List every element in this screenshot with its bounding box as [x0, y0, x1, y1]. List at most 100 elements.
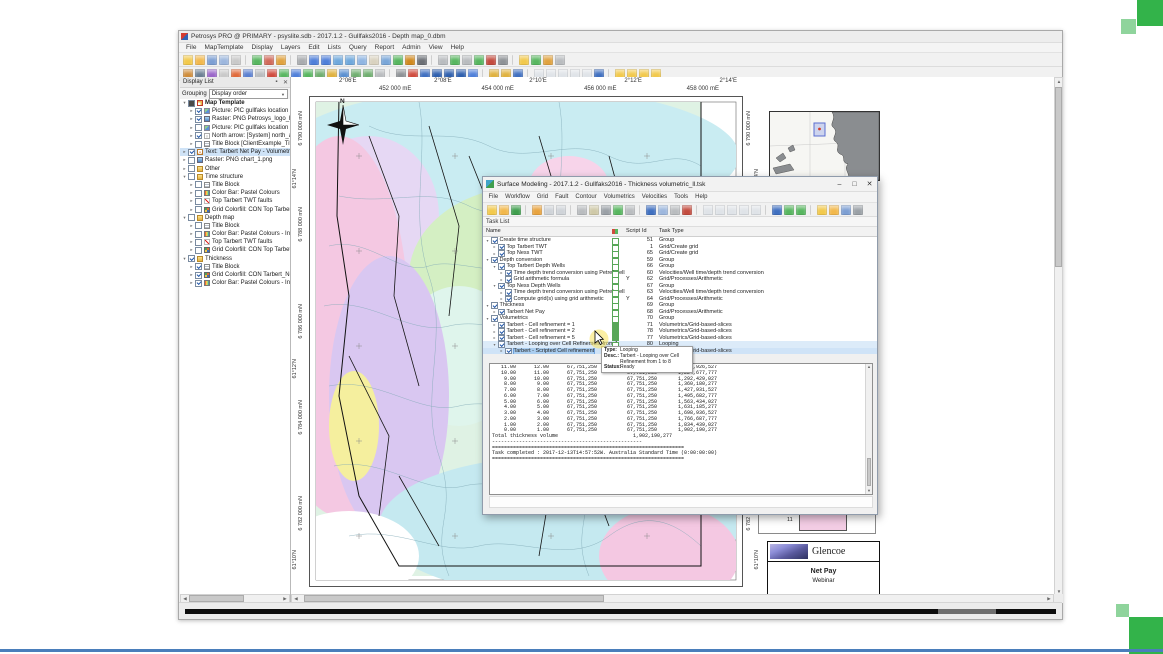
- scroll-thumb[interactable]: [189, 595, 244, 602]
- display-list-item[interactable]: ▸ Picture: PIC gullfaks location small: [180, 124, 290, 132]
- expand-arrow-icon[interactable]: ▸: [189, 207, 194, 213]
- expand-arrow-icon[interactable]: ▸: [189, 108, 194, 114]
- expand-arrow-icon[interactable]: ▸: [189, 231, 194, 237]
- menu-item[interactable]: Display: [248, 44, 277, 51]
- visibility-checkbox[interactable]: [188, 149, 195, 156]
- delete-map-icon[interactable]: [264, 55, 274, 65]
- display-list-item[interactable]: ▸ Title Block: [180, 263, 290, 271]
- scroll-thumb[interactable]: [867, 458, 871, 486]
- expand-arrow-icon[interactable]: ▸: [499, 296, 504, 301]
- scroll-up-icon[interactable]: ▲: [866, 364, 872, 370]
- table-view-icon[interactable]: [438, 55, 448, 65]
- menu-item[interactable]: Report: [371, 44, 399, 51]
- display-list-item[interactable]: ▸ Color Bar: Pastel Colours - Inverte: [180, 230, 290, 238]
- expand-arrow-icon[interactable]: ▾: [485, 316, 490, 321]
- menu-item[interactable]: Edit: [304, 44, 323, 51]
- exchange-icon[interactable]: [405, 55, 415, 65]
- expand-arrow-icon[interactable]: ▾: [485, 257, 490, 262]
- zoom-window-icon[interactable]: [357, 55, 367, 65]
- column-task-type[interactable]: Task Type: [659, 228, 684, 234]
- expand-arrow-icon[interactable]: ▸: [189, 125, 194, 131]
- next-view-icon[interactable]: [321, 55, 331, 65]
- display-list-item[interactable]: ▾ Time structure: [180, 173, 290, 181]
- visibility-checkbox[interactable]: [195, 108, 202, 115]
- run-column-icon[interactable]: [612, 229, 618, 234]
- save-map-icon[interactable]: [207, 55, 217, 65]
- separator[interactable]: [512, 55, 515, 65]
- move-up-icon[interactable]: [784, 205, 794, 215]
- import-icon[interactable]: [613, 205, 623, 215]
- sync-icon[interactable]: [531, 55, 541, 65]
- locate-icon[interactable]: [381, 55, 391, 65]
- menu-item[interactable]: Help: [447, 44, 468, 51]
- column-name[interactable]: Name: [486, 228, 501, 234]
- scroll-thumb[interactable]: [304, 595, 604, 602]
- view-3d-icon[interactable]: [772, 205, 782, 215]
- separator[interactable]: [525, 205, 528, 215]
- new-map-icon[interactable]: [183, 55, 193, 65]
- pause-icon[interactable]: [462, 55, 472, 65]
- display-list-item[interactable]: ▸ Grid Colorfill: CON Top Tarbert TWT: [180, 205, 290, 213]
- column-id[interactable]: Id: [642, 228, 647, 234]
- monitor-icon[interactable]: [417, 55, 427, 65]
- visibility-checkbox[interactable]: [188, 173, 195, 180]
- menu-item[interactable]: Fault: [552, 194, 572, 200]
- expand-arrow-icon[interactable]: ▸: [499, 270, 504, 275]
- expand-arrow-icon[interactable]: ▸: [189, 247, 194, 253]
- expand-arrow-icon[interactable]: ▸: [189, 272, 194, 278]
- visibility-checkbox[interactable]: [188, 100, 195, 107]
- separator[interactable]: [570, 205, 573, 215]
- menu-item[interactable]: View: [425, 44, 447, 51]
- zoom-in-icon[interactable]: [333, 55, 343, 65]
- visibility-checkbox[interactable]: [195, 280, 202, 287]
- pan-icon[interactable]: [369, 55, 379, 65]
- expand-arrow-icon[interactable]: ▸: [189, 182, 194, 188]
- menu-item[interactable]: Velocities: [638, 194, 670, 200]
- expand-arrow-icon[interactable]: ▾: [492, 342, 497, 347]
- refresh-icon[interactable]: [474, 55, 484, 65]
- visibility-checkbox[interactable]: [195, 247, 202, 254]
- pin-icon[interactable]: ▪: [272, 79, 281, 85]
- visibility-checkbox[interactable]: [195, 198, 202, 205]
- menu-item[interactable]: Contour: [572, 194, 600, 200]
- scroll-down-icon[interactable]: ▼: [866, 488, 872, 494]
- menu-item[interactable]: Query: [345, 44, 371, 51]
- paste-icon[interactable]: [589, 205, 599, 215]
- duplicate-task-icon[interactable]: [556, 205, 566, 215]
- expand-arrow-icon[interactable]: ▸: [189, 198, 194, 204]
- display-list-item[interactable]: ▸ Picture: PIC gullfaks location map la: [180, 107, 290, 115]
- map-vscrollbar[interactable]: ▲ ▼: [1054, 77, 1063, 596]
- separator[interactable]: [431, 55, 434, 65]
- new-task-list-icon[interactable]: [487, 205, 497, 215]
- save-all-icon[interactable]: [219, 55, 229, 65]
- dialog-title-bar[interactable]: Surface Modeling - 2017.1.2 - Gullfaks20…: [483, 177, 877, 192]
- display-list-item[interactable]: ▸ Color Bar: Pastel Colours: [180, 189, 290, 197]
- display-list-item[interactable]: ▸ Grid Colorfill: CON Top Tarbet Dept: [180, 246, 290, 254]
- expand-arrow-icon[interactable]: ▸: [182, 166, 187, 172]
- scroll-left-icon[interactable]: ◀: [181, 595, 189, 602]
- menu-item[interactable]: File: [485, 194, 502, 200]
- expand-arrow-icon[interactable]: ▾: [492, 283, 497, 288]
- menu-item[interactable]: Grid: [533, 194, 551, 200]
- visibility-checkbox[interactable]: [195, 231, 202, 238]
- demote-icon[interactable]: [682, 205, 692, 215]
- expand-arrow-icon[interactable]: ▾: [182, 215, 187, 221]
- columns-1-icon[interactable]: [703, 205, 713, 215]
- run-tasks-icon[interactable]: [511, 205, 521, 215]
- print-icon[interactable]: [297, 55, 307, 65]
- menu-item[interactable]: File: [182, 44, 200, 51]
- mail-icon[interactable]: [555, 55, 565, 65]
- maximize-button[interactable]: □: [847, 178, 862, 191]
- previous-view-icon[interactable]: [309, 55, 319, 65]
- expand-arrow-icon[interactable]: ▸: [492, 251, 497, 256]
- output-vscrollbar[interactable]: ▲ ▼: [865, 364, 872, 494]
- display-list-item[interactable]: ▾ Depth map: [180, 214, 290, 222]
- settings-icon[interactable]: [498, 55, 508, 65]
- display-list-item[interactable]: ▸ Grid Colorfill: CON Tarbert_Net_Pay: [180, 271, 290, 279]
- expand-arrow-icon[interactable]: ▾: [492, 264, 497, 269]
- display-list-item[interactable]: ▸ Other: [180, 165, 290, 173]
- display-list-item[interactable]: ▾ Thickness: [180, 255, 290, 263]
- display-list-item[interactable]: ▸ Title Block: [180, 181, 290, 189]
- expand-arrow-icon[interactable]: ▾: [485, 303, 490, 308]
- scroll-up-icon[interactable]: ▲: [1055, 78, 1063, 85]
